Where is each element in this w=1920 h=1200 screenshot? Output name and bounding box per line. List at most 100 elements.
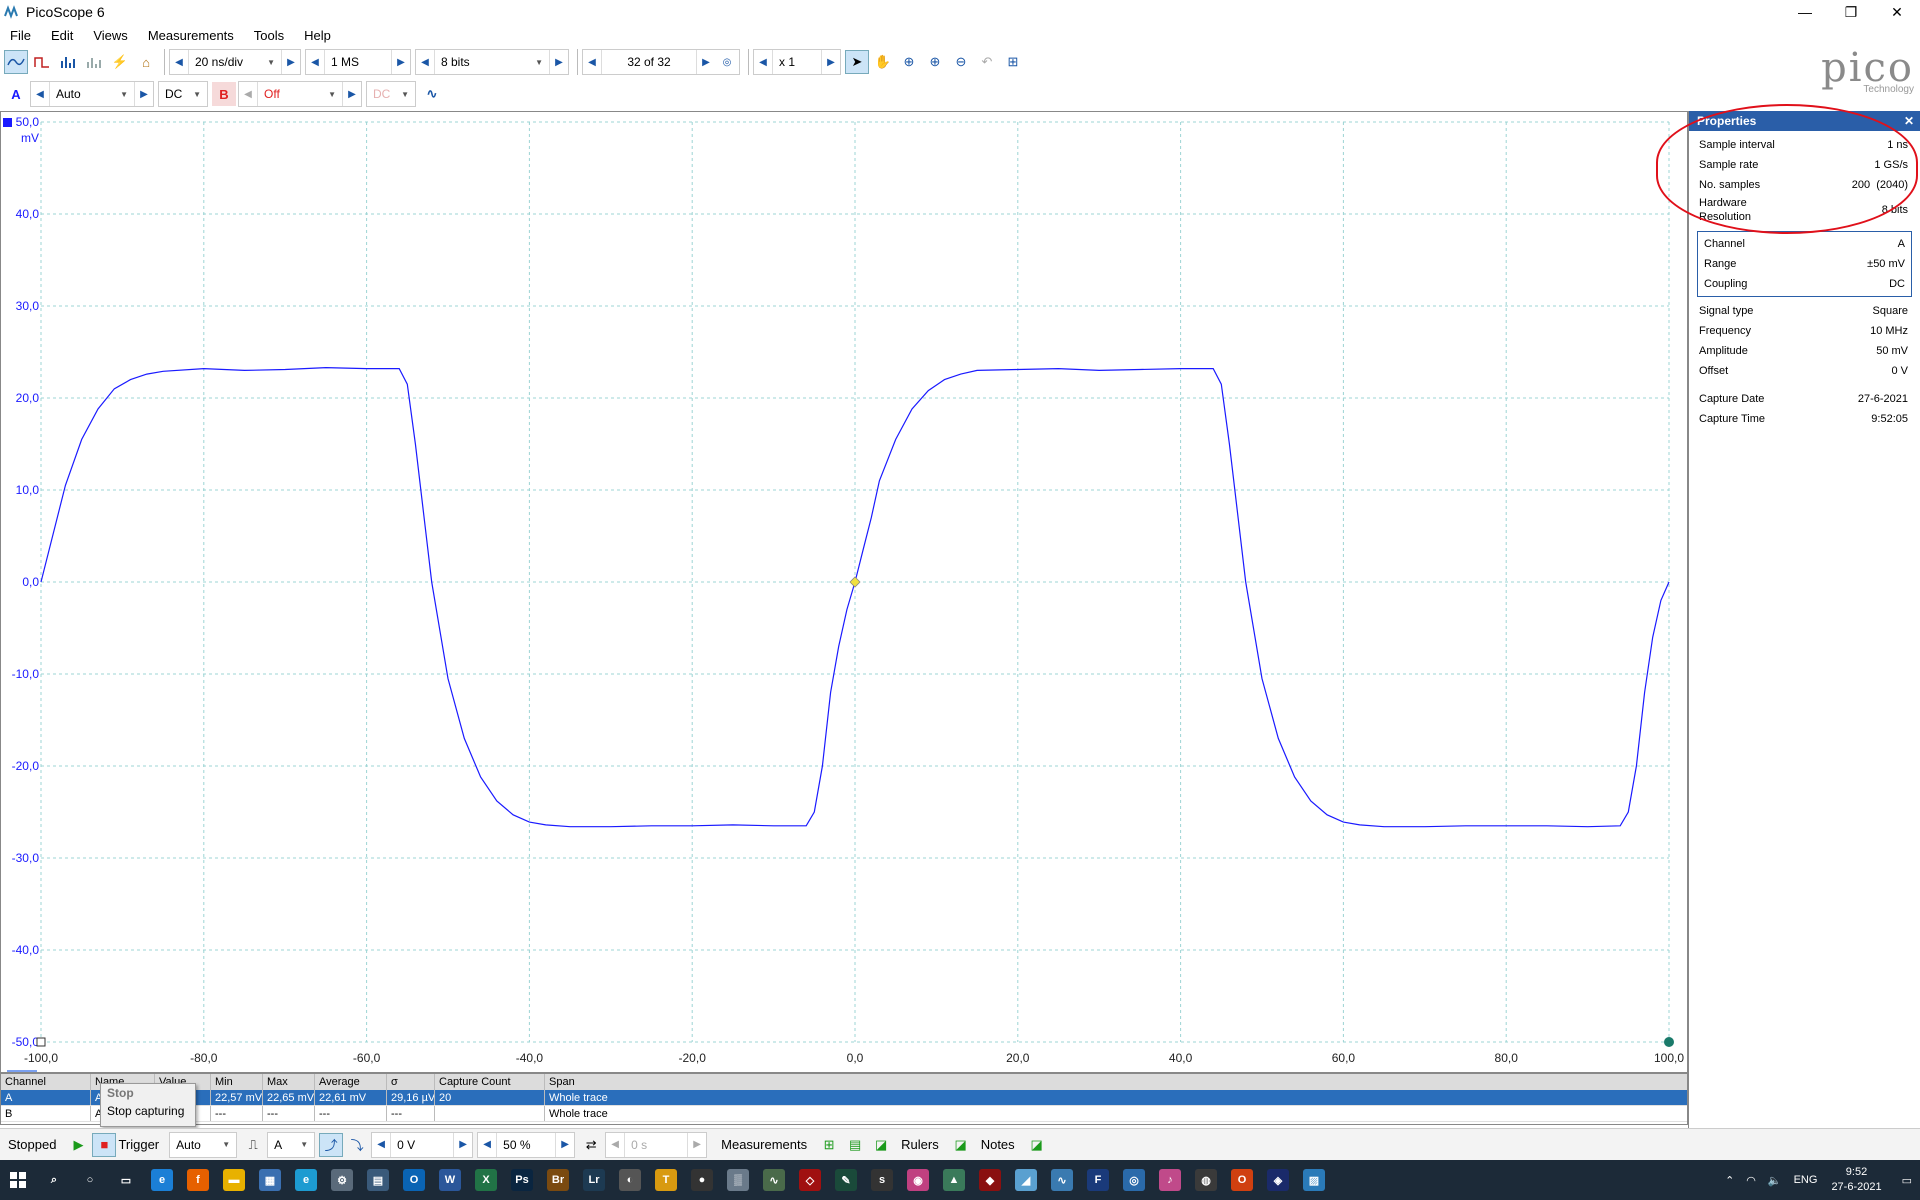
notes-icon[interactable]: ◪ [1025, 1133, 1049, 1157]
range-b-decrease-icon[interactable]: ◀ [239, 82, 257, 106]
add-measurement-icon[interactable]: ⊞ [817, 1133, 841, 1157]
buffer-overview-icon[interactable]: ◎ [715, 50, 739, 74]
app-icon-9[interactable]: ◉ [900, 1160, 936, 1200]
task-view-icon[interactable]: ▭ [108, 1160, 144, 1200]
zoom-out-icon[interactable]: ⊖ [949, 50, 973, 74]
edit-measurement-icon[interactable]: ▤ [843, 1133, 867, 1157]
pointer-icon[interactable]: ➤ [845, 50, 869, 74]
settings-icon[interactable]: ⚙ [324, 1160, 360, 1200]
spectrum-mode-icon[interactable] [56, 50, 80, 74]
store-icon[interactable]: ▦ [252, 1160, 288, 1200]
table-row[interactable]: B Ac --- --- --- --- Whole trace [1, 1106, 1687, 1122]
column-header[interactable]: Capture Count [435, 1074, 545, 1090]
stop-icon[interactable]: ■ [92, 1132, 117, 1157]
wifi-icon[interactable]: ◠ [1746, 1174, 1756, 1187]
buffer-next-icon[interactable]: ▶ [697, 50, 715, 74]
home-icon[interactable]: ⌂ [134, 50, 158, 74]
resolution-select[interactable]: 8 bits ▼ [434, 50, 550, 74]
language-indicator[interactable]: ENG [1794, 1174, 1818, 1186]
column-header[interactable]: Max [263, 1074, 315, 1090]
zoom-increase-icon[interactable]: ▶ [822, 50, 840, 74]
office-icon[interactable]: O [1224, 1160, 1260, 1200]
delete-measurement-icon[interactable]: ◪ [869, 1133, 893, 1157]
channel-a-coupling-select[interactable]: DC ▼ [159, 82, 207, 106]
app-icon-16[interactable]: ◍ [1188, 1160, 1224, 1200]
pretrigger-increase-icon[interactable]: ▶ [556, 1133, 574, 1157]
word-icon[interactable]: W [432, 1160, 468, 1200]
resolution-increase-icon[interactable]: ▶ [550, 50, 568, 74]
timebase-decrease-icon[interactable]: ◀ [170, 50, 188, 74]
rulers-icon[interactable]: ◪ [949, 1133, 973, 1157]
timebase-increase-icon[interactable]: ▶ [282, 50, 300, 74]
scope-view[interactable]: 50,0 40,0 30,0 20,0 10,0 0,0 -10,0 -20,0 -30,0 -4… [0, 111, 1688, 1073]
menu-file[interactable]: File [10, 28, 31, 43]
app-icon-17[interactable]: ◈ [1260, 1160, 1296, 1200]
falling-edge-icon[interactable]: ⤵ [345, 1133, 369, 1157]
signal-generator-icon[interactable]: ∿ [420, 82, 444, 106]
cortana-icon[interactable]: ○ [72, 1160, 108, 1200]
zoom-in-icon[interactable]: ⊕ [923, 50, 947, 74]
column-header[interactable]: Channel [1, 1074, 91, 1090]
delay-increase-icon[interactable]: ▶ [688, 1133, 706, 1157]
threshold-decrease-icon[interactable]: ◀ [372, 1133, 390, 1157]
app-icon-15[interactable]: ♪ [1152, 1160, 1188, 1200]
delay-field[interactable]: 0 s [624, 1132, 689, 1157]
menu-views[interactable]: Views [93, 28, 127, 43]
start-icon[interactable] [0, 1160, 36, 1200]
close-button[interactable]: ✕ [1874, 0, 1920, 24]
pretrigger-field[interactable]: 50 % [496, 1132, 557, 1157]
column-header[interactable]: Average [315, 1074, 387, 1090]
app-icon-5[interactable]: ∿ [756, 1160, 792, 1200]
app-icon-4[interactable]: ▒ [720, 1160, 756, 1200]
app-icon-8[interactable]: s [864, 1160, 900, 1200]
channel-a-range-select[interactable]: Auto ▼ [49, 82, 135, 106]
pretrigger-decrease-icon[interactable]: ◀ [478, 1133, 496, 1157]
menu-measurements[interactable]: Measurements [148, 28, 234, 43]
menu-edit[interactable]: Edit [51, 28, 73, 43]
app-icon-1[interactable]: ◐ [612, 1160, 648, 1200]
lightroom-icon[interactable]: Lr [576, 1160, 612, 1200]
zoom-decrease-icon[interactable]: ◀ [754, 50, 772, 74]
close-icon[interactable]: ✕ [1904, 114, 1914, 128]
app-icon-2[interactable]: T [648, 1160, 684, 1200]
resolution-decrease-icon[interactable]: ◀ [416, 50, 434, 74]
app-icon-6[interactable]: ◇ [792, 1160, 828, 1200]
delay-decrease-icon[interactable]: ◀ [606, 1133, 624, 1157]
samples-select[interactable]: 1 MS [324, 50, 392, 74]
channel-b-button[interactable]: B [212, 82, 236, 106]
column-header[interactable]: Span [545, 1074, 745, 1090]
samples-decrease-icon[interactable]: ◀ [306, 50, 324, 74]
app-icon-14[interactable]: ◎ [1116, 1160, 1152, 1200]
column-header[interactable]: Min [211, 1074, 263, 1090]
timebase-select[interactable]: 20 ns/div ▼ [188, 50, 282, 74]
search-icon[interactable]: ⌕ [36, 1160, 72, 1200]
buffer-prev-icon[interactable]: ◀ [583, 50, 601, 74]
clock[interactable]: 9:52 27-6-2021 [1831, 1165, 1881, 1195]
app-icon-3[interactable]: ● [684, 1160, 720, 1200]
notifications-icon[interactable]: ▭ [1902, 1174, 1912, 1187]
explorer-icon[interactable]: ▬ [216, 1160, 252, 1200]
advanced-trigger-icon[interactable]: ⎍ [241, 1133, 265, 1157]
app-icon-13[interactable]: F [1080, 1160, 1116, 1200]
trigger-source-select[interactable]: A ▼ [267, 1131, 316, 1158]
range-a-decrease-icon[interactable]: ◀ [31, 82, 49, 106]
outlook-icon[interactable]: O [396, 1160, 432, 1200]
zoom-fit-icon[interactable]: ⊞ [1001, 50, 1025, 74]
volume-icon[interactable]: 🔈 [1768, 1174, 1782, 1187]
delay-icon[interactable]: ⇄ [579, 1133, 603, 1157]
column-header[interactable]: σ [387, 1074, 435, 1090]
zoom-area-icon[interactable]: ⊕ [897, 50, 921, 74]
menu-help[interactable]: Help [304, 28, 331, 43]
threshold-increase-icon[interactable]: ▶ [454, 1133, 472, 1157]
calculator-icon[interactable]: ▤ [360, 1160, 396, 1200]
app-icon-10[interactable]: ▲ [936, 1160, 972, 1200]
ie-icon[interactable]: e [288, 1160, 324, 1200]
buffer-index-field[interactable]: 32 of 32 [601, 50, 697, 74]
bridge-icon[interactable]: Br [540, 1160, 576, 1200]
threshold-field[interactable]: 0 V [390, 1132, 455, 1157]
start-icon[interactable]: ▶ [66, 1133, 90, 1157]
channel-b-range-select[interactable]: Off ▼ [257, 82, 343, 106]
app-icon-18[interactable]: ▨ [1296, 1160, 1332, 1200]
channel-a-button[interactable]: A [4, 82, 28, 106]
hand-icon[interactable]: ✋ [871, 50, 895, 74]
